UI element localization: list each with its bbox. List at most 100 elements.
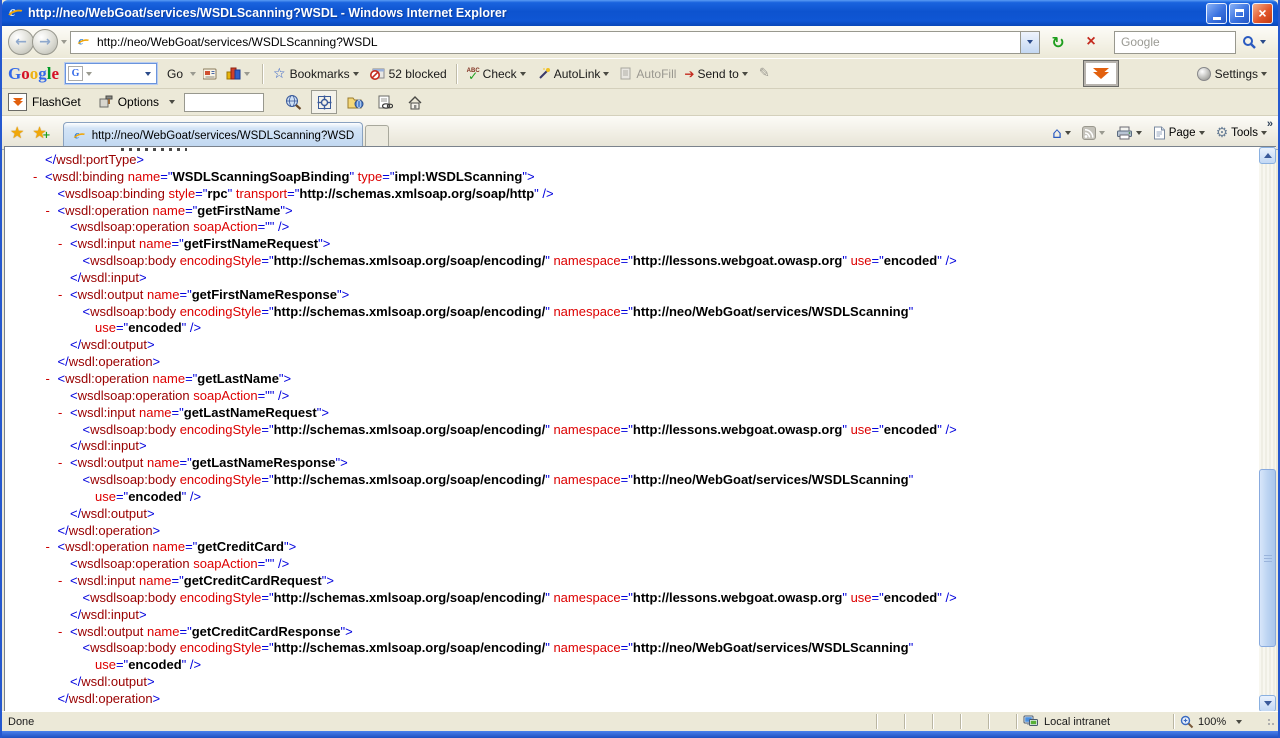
spellcheck-button[interactable]: ABC ✓ Check — [467, 67, 529, 81]
vertical-scrollbar[interactable] — [1259, 147, 1276, 712]
favorites-center-button[interactable]: ★ — [10, 123, 24, 142]
tab-active[interactable]: e http://neo/WebGoat/services/WSDLScanni… — [63, 122, 363, 149]
go-button[interactable]: Go — [167, 67, 183, 81]
flashget-search-button[interactable] — [281, 91, 305, 113]
add-favorite-button[interactable]: ★+ — [32, 123, 46, 142]
collapse-marker[interactable]: - — [46, 539, 58, 556]
xml-line: </wsdl:operation> — [5, 354, 1259, 371]
plus-icon: + — [42, 130, 50, 141]
collapse-marker[interactable]: - — [58, 624, 70, 641]
flashget-options-button[interactable]: Options — [99, 95, 159, 109]
google-search-input[interactable] — [95, 67, 142, 81]
news-icon — [203, 68, 218, 80]
collapse-marker[interactable]: - — [46, 371, 58, 388]
xml-line: <wsdlsoap:operation soapAction="" /> — [5, 219, 1259, 236]
collapse-marker[interactable]: - — [33, 169, 45, 186]
toolbar-separator — [456, 64, 458, 84]
zoom-control[interactable]: 100% — [1173, 714, 1264, 729]
history-dropdown-icon[interactable] — [61, 40, 67, 44]
refresh-button[interactable]: ↻ — [1043, 29, 1073, 55]
flashget-search-input[interactable] — [185, 94, 267, 113]
autolink-button[interactable]: AutoLink — [537, 67, 613, 81]
collapse-marker[interactable]: - — [58, 405, 70, 422]
scrollbar-thumb[interactable] — [1259, 469, 1276, 647]
close-button[interactable]: × — [1252, 3, 1273, 24]
xml-line: <wsdlsoap:body encodingStyle="http://sch… — [5, 590, 1259, 607]
xml-line: <wsdlsoap:body encodingStyle="http://sch… — [5, 472, 1259, 489]
autofill-icon — [620, 67, 633, 80]
tools-menu-button[interactable]: ⚙ Tools — [1212, 121, 1274, 145]
status-bar: Done Local intranet 100% — [2, 711, 1278, 731]
address-dropdown-button[interactable] — [1020, 31, 1040, 54]
flashget-links-button[interactable] — [373, 91, 397, 113]
collapse-marker[interactable]: - — [58, 455, 70, 472]
toolbar-overflow-button[interactable]: » — [1267, 118, 1273, 130]
feeds-button[interactable] — [1078, 121, 1112, 145]
go-options-icon[interactable] — [190, 72, 196, 76]
collapse-marker[interactable]: - — [46, 203, 58, 220]
home-icon: ⌂ — [1052, 124, 1062, 142]
flashget-toolbar: FlashGet Options — [2, 89, 1278, 116]
window-title: http://neo/WebGoat/services/WSDLScanning… — [28, 6, 1204, 20]
popup-blocker-icon — [370, 67, 385, 80]
back-button[interactable]: ← — [8, 29, 34, 55]
flashget-options-dropdown-icon[interactable] — [169, 100, 175, 104]
scroll-down-button[interactable] — [1259, 695, 1276, 712]
collapse-marker[interactable]: - — [58, 236, 70, 253]
tab-bar: ★ ★+ e http://neo/WebGoat/services/WSDLS… — [2, 116, 1278, 150]
xml-line: </wsdl:input> — [5, 438, 1259, 455]
search-options-icon[interactable] — [1260, 40, 1266, 44]
xml-line: -<wsdl:operation name="getCreditCard"> — [5, 539, 1259, 556]
flashget-home-button[interactable] — [403, 91, 427, 113]
ie-logo-icon: e — [7, 5, 23, 21]
search-input[interactable] — [1119, 34, 1231, 50]
flashget-drop-target[interactable] — [1083, 60, 1119, 87]
collapse-marker[interactable]: - — [58, 287, 70, 304]
check-icon: ABC ✓ — [467, 69, 480, 79]
xml-line: <wsdlsoap:operation soapAction="" /> — [5, 556, 1259, 573]
home-button[interactable]: ⌂ — [1048, 121, 1078, 145]
page-menu-button[interactable]: Page — [1149, 121, 1212, 145]
forward-button[interactable]: → — [32, 29, 58, 55]
status-cell — [904, 714, 932, 729]
search-box[interactable] — [1114, 31, 1236, 54]
news-button[interactable] — [203, 68, 218, 80]
navigation-bar: ← → e ↻ × — [2, 26, 1278, 58]
autofill-button[interactable]: AutoFill — [620, 67, 676, 81]
pagerank-button[interactable] — [226, 67, 253, 80]
xml-line: </wsdl:output> — [5, 506, 1259, 523]
page-favicon-icon: e — [77, 36, 90, 49]
flashget-search-box[interactable] — [184, 93, 264, 112]
address-input[interactable] — [95, 34, 1016, 50]
collapse-marker[interactable]: - — [58, 573, 70, 590]
zoom-dropdown-icon[interactable] — [1236, 720, 1242, 724]
google-search-history-icon[interactable] — [86, 72, 92, 76]
xml-line: -<wsdl:output name="getLastNameResponse"… — [5, 455, 1259, 472]
flashget-monitor-button[interactable] — [311, 90, 337, 114]
popup-blocker-button[interactable]: 52 blocked — [370, 67, 447, 81]
address-bar[interactable]: e — [70, 31, 1020, 54]
page-link-icon — [377, 95, 393, 110]
google-search-box[interactable]: G — [65, 63, 157, 84]
sendto-button[interactable]: ➔ Send to — [684, 67, 750, 81]
minimize-button[interactable] — [1206, 3, 1227, 24]
stop-button[interactable]: × — [1076, 29, 1106, 55]
xml-line: -<wsdl:input name="getFirstNameRequest"> — [5, 236, 1259, 253]
tab-favicon-icon: e — [72, 130, 85, 143]
flashget-folder-button[interactable] — [343, 91, 367, 113]
security-zone-cell: Local intranet — [1016, 714, 1173, 729]
flashget-label: FlashGet — [32, 95, 81, 109]
resize-grip[interactable] — [1264, 714, 1278, 729]
search-go-button[interactable] — [1238, 30, 1272, 55]
google-logo[interactable]: Google — [8, 64, 59, 84]
flashget-button[interactable] — [8, 93, 27, 111]
google-search-dropdown-icon[interactable] — [145, 72, 151, 76]
scroll-up-button[interactable] — [1259, 147, 1276, 164]
restore-button[interactable] — [1229, 3, 1250, 24]
settings-button[interactable]: Settings — [1197, 67, 1270, 81]
print-button[interactable] — [1112, 121, 1149, 145]
xml-line: </wsdl:output> — [5, 337, 1259, 354]
home-outline-icon — [407, 95, 423, 110]
highlighter-button[interactable]: ✎ — [759, 66, 770, 81]
bookmarks-button[interactable]: ☆ Bookmarks — [273, 66, 362, 82]
